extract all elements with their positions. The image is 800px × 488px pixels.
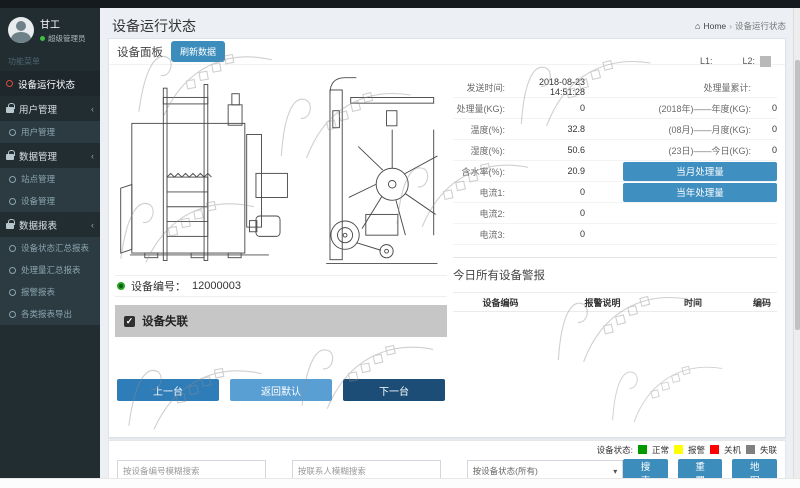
machine-diagram-side: [313, 71, 445, 273]
stats-row: 电流2: 0: [453, 203, 777, 224]
alarm-section: 今日所有设备警报 设备编码 报警说明 时间 编码: [453, 257, 777, 312]
alarm-col-code: 编码: [729, 296, 777, 309]
lock-icon: [6, 107, 14, 113]
user-role: 超级管理员: [40, 33, 86, 44]
device-status-icon: [117, 282, 125, 290]
sidebar-item-report-export[interactable]: 各类报表导出: [0, 303, 100, 325]
stats-row: 电流3: 0: [453, 224, 777, 245]
alarm-col-time: 时间: [657, 296, 729, 309]
sidebar-group-reports[interactable]: 数据报表 ‹: [0, 212, 100, 237]
breadcrumb: Home › 设备运行状态: [695, 20, 786, 32]
alarm-table-header: 设备编码 报警说明 时间 编码: [453, 292, 777, 312]
device-panel: 设备面板 刷新数据: [108, 38, 786, 438]
next-device-button[interactable]: 下一台: [343, 379, 445, 401]
stats-row: 发送时间: 2018-08-23 14:51:28 处理量累计:: [453, 77, 777, 98]
legend-shutdown-icon: [710, 445, 719, 454]
user-name: 甘工: [40, 16, 86, 31]
app-window: 甘工 超级管理员 功能菜单 设备运行状态 用户管理 ‹ 用户管理 数据管理 ‹ …: [0, 0, 800, 488]
sidebar-item-site-mgmt[interactable]: 站点管理: [0, 168, 100, 190]
stats-row: 电流1: 0 当年处理量: [453, 182, 777, 203]
chevron-down-icon: [613, 466, 617, 476]
circle-icon: [9, 176, 16, 183]
lock-icon: [6, 154, 14, 160]
menu-section-header: 功能菜单: [0, 50, 100, 71]
device-panel-title: 设备面板: [117, 44, 163, 60]
avatar: [8, 17, 34, 43]
status-legend: 设备状态: 正常 报警 关机 失联: [117, 443, 777, 456]
breadcrumb-current: 设备运行状态: [735, 20, 786, 32]
l2-status-square: [760, 56, 771, 67]
l1-l2-indicators: L1: L2:: [453, 53, 777, 69]
year-volume-button[interactable]: 当年处理量: [623, 183, 777, 202]
page-scrollbar[interactable]: [793, 8, 800, 488]
stats-row: 处理量(KG): 0 (2018年)——年度(KG):0: [453, 98, 777, 119]
sidebar-group-user-mgmt[interactable]: 用户管理 ‹: [0, 96, 100, 121]
sidebar-item-alarm-report[interactable]: 报警报表: [0, 281, 100, 303]
sidebar-item-status-report[interactable]: 设备状态汇总报表: [0, 237, 100, 259]
stats-row: 湿度(%): 50.6 (23日)——今日(KG):0: [453, 140, 777, 161]
breadcrumb-home[interactable]: Home: [703, 21, 726, 31]
legend-label: 设备状态:: [597, 444, 633, 456]
stats-row: 温度(%): 32.8 (08月)——月度(KG):0: [453, 119, 777, 140]
sidebar-item-equipment-mgmt[interactable]: 设备管理: [0, 190, 100, 212]
device-panel-left: 设备编号： 12000003 设备失联 上一台 返回默认 下一台: [115, 69, 447, 431]
page-title: 设备运行状态: [112, 16, 196, 36]
sidebar-item-volume-report[interactable]: 处理量汇总报表: [0, 259, 100, 281]
scrollbar-thumb[interactable]: [795, 60, 800, 330]
stats-row: 含水率(%): 20.9 当月处理量: [453, 161, 777, 182]
checkbox-checked-icon[interactable]: [124, 316, 135, 327]
sidebar-item-device-status[interactable]: 设备运行状态: [0, 71, 100, 96]
lock-icon: [6, 223, 14, 229]
circle-icon: [9, 129, 16, 136]
refresh-data-button[interactable]: 刷新数据: [171, 41, 225, 62]
l1-label: L1:: [700, 56, 713, 66]
circle-icon: [9, 245, 16, 252]
chevron-left-icon: ‹: [91, 220, 94, 230]
circle-icon: [6, 80, 13, 87]
month-volume-button[interactable]: 当月处理量: [623, 162, 777, 181]
device-panel-right: L1: L2: 发送时间: 2018-08-23 14:51:28 处理量累计:…: [453, 53, 777, 431]
prev-device-button[interactable]: 上一台: [117, 379, 219, 401]
online-status-icon: [40, 36, 45, 41]
return-default-button[interactable]: 返回默认: [230, 379, 332, 401]
device-number-row: 设备编号： 12000003: [115, 275, 447, 297]
top-navbar-strip: [0, 0, 800, 8]
circle-icon: [9, 311, 16, 318]
machine-diagrams: [115, 69, 447, 273]
circle-icon: [9, 289, 16, 296]
alarm-col-description: 报警说明: [548, 296, 657, 309]
circle-icon: [9, 198, 16, 205]
device-number-label: 设备编号：: [131, 278, 186, 294]
user-panel: 甘工 超级管理员: [0, 8, 100, 50]
device-nav-buttons: 上一台 返回默认 下一台: [115, 379, 447, 401]
circle-icon: [9, 267, 16, 274]
offline-alert-label: 设备失联: [142, 313, 188, 329]
chevron-left-icon: ‹: [91, 151, 94, 161]
alarm-col-device-code: 设备编码: [453, 296, 548, 309]
alarm-section-title: 今日所有设备警报: [453, 267, 777, 283]
machine-diagram-front: [117, 71, 293, 273]
stats-grid: 发送时间: 2018-08-23 14:51:28 处理量累计: 处理量(KG)…: [453, 77, 777, 245]
content-header: 设备运行状态 Home › 设备运行状态: [100, 8, 800, 38]
sidebar-item-user-mgmt[interactable]: 用户管理: [0, 121, 100, 143]
offline-alert-box: 设备失联: [115, 305, 447, 337]
legend-alarm-icon: [674, 445, 683, 454]
chevron-left-icon: ‹: [91, 104, 94, 114]
home-icon: [695, 21, 700, 31]
sidebar: 甘工 超级管理员 功能菜单 设备运行状态 用户管理 ‹ 用户管理 数据管理 ‹ …: [0, 8, 100, 478]
l2-label: L2:: [742, 56, 755, 66]
send-time-value: 2018-08-23 14:51:28: [505, 77, 585, 97]
bottom-strip: [0, 478, 800, 488]
legend-offline-icon: [746, 445, 755, 454]
device-number-value: 12000003: [192, 280, 241, 292]
sidebar-group-data-mgmt[interactable]: 数据管理 ‹: [0, 143, 100, 168]
main-content: 设备运行状态 Home › 设备运行状态 设备面板 刷新数据: [100, 8, 800, 488]
legend-normal-icon: [638, 445, 647, 454]
